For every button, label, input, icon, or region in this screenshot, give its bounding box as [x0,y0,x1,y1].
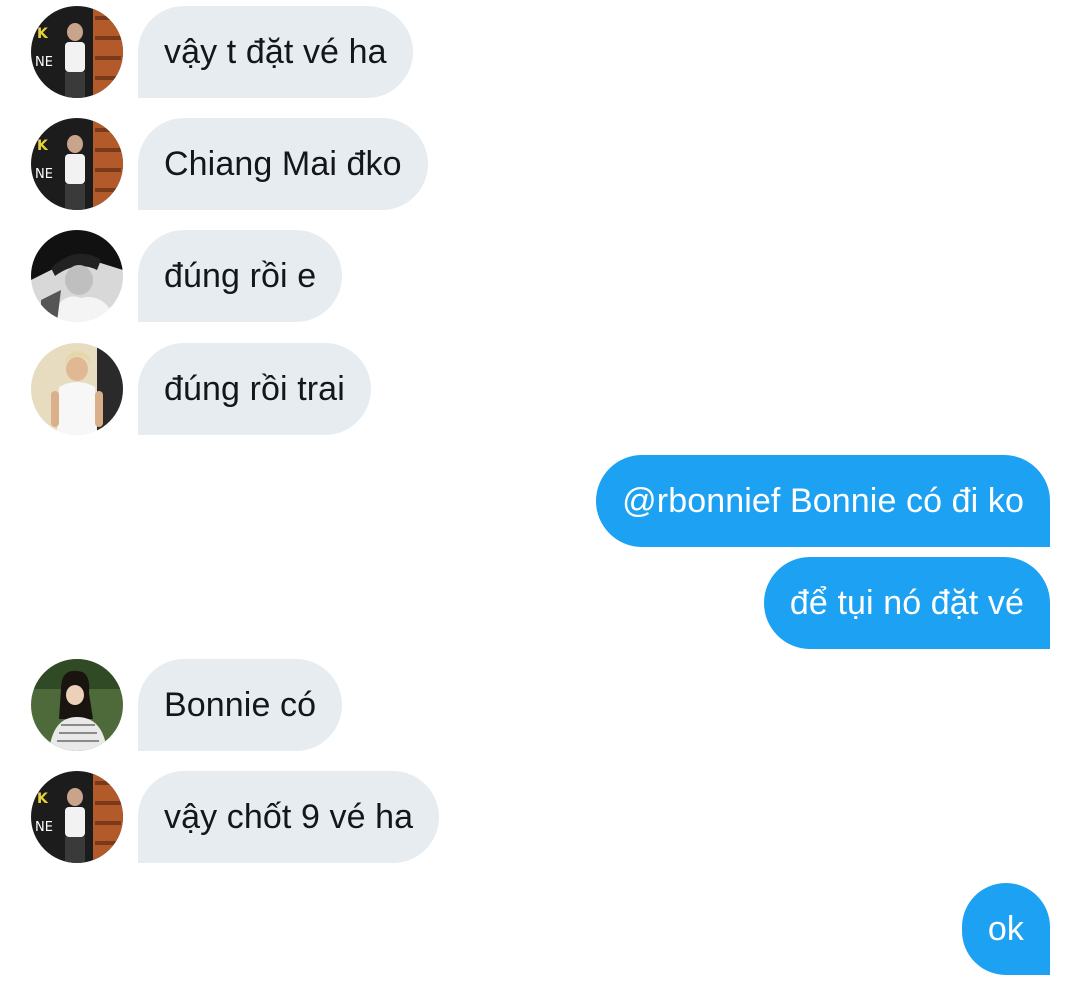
svg-text:K: K [37,26,49,42]
avatar-user-tank[interactable]: K NE [31,6,123,98]
message-bubble-incoming[interactable]: đúng rồi trai [138,343,371,435]
message-bubble-incoming[interactable]: vậy t đặt vé ha [138,6,413,98]
message-bubble-outgoing[interactable]: để tụi nó đặt vé [763,557,1050,649]
avatar-user-tank[interactable]: K NE [31,771,123,863]
message-bubble-outgoing[interactable]: ok [961,883,1050,975]
avatar-user-bw-cap[interactable] [31,230,123,322]
message-bubble-incoming[interactable]: vậy chốt 9 vé ha [138,771,440,863]
avatar-user-bonnie[interactable] [31,659,123,751]
svg-text:K: K [37,138,49,154]
svg-text:K: K [37,791,49,807]
svg-text:NE: NE [35,820,53,835]
avatar-user-blond[interactable] [31,343,123,435]
svg-text:NE: NE [35,55,53,70]
message-bubble-incoming[interactable]: Bonnie có [138,659,343,751]
avatar-user-tank[interactable]: K NE [31,118,123,210]
message-bubble-incoming[interactable]: đúng rồi e [138,230,343,322]
message-bubble-incoming[interactable]: Chiang Mai đko [138,118,428,210]
message-bubble-outgoing[interactable]: @rbonnief Bonnie có đi ko [596,455,1050,547]
svg-text:NE: NE [35,167,53,182]
